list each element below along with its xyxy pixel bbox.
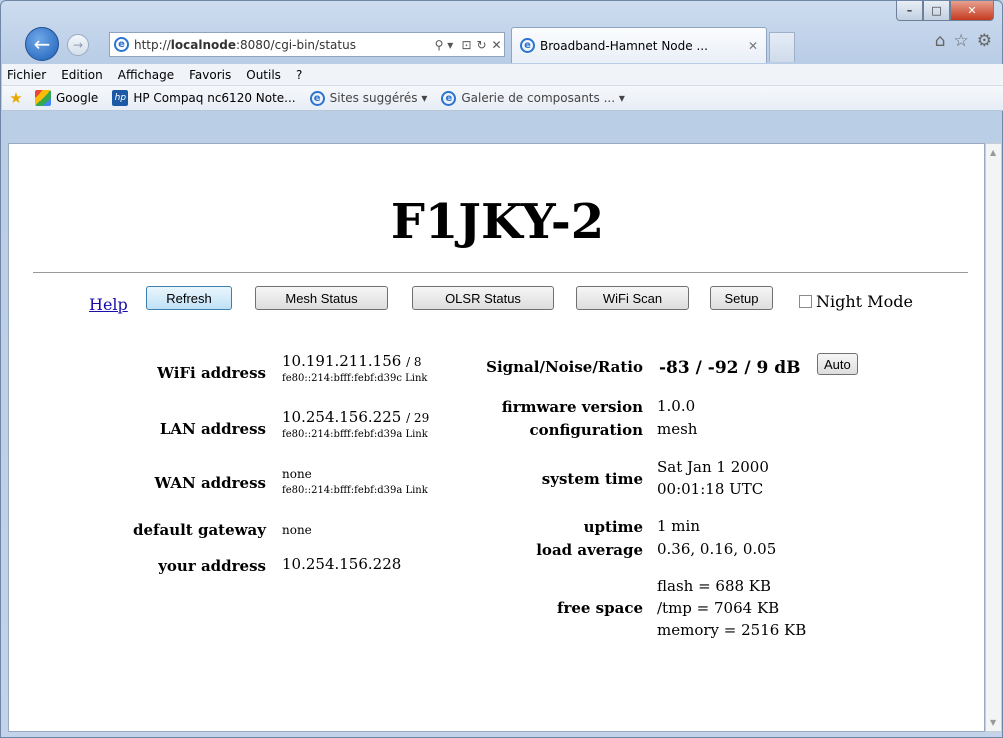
auto-button[interactable]: Auto bbox=[817, 353, 858, 375]
scroll-down-arrow-icon[interactable]: ▼ bbox=[990, 718, 996, 727]
menu-help[interactable]: ? bbox=[296, 68, 302, 82]
night-mode-checkbox[interactable] bbox=[799, 295, 812, 308]
wifi-address-label: WiFi address bbox=[157, 364, 266, 382]
wifi-scan-button[interactable]: WiFi Scan bbox=[576, 286, 689, 310]
menu-fichier[interactable]: Fichier bbox=[7, 68, 46, 82]
favorite-google[interactable]: Google bbox=[35, 90, 98, 106]
maximize-button[interactable]: □ bbox=[923, 1, 950, 21]
firmware-version-label: firmware version bbox=[501, 398, 643, 416]
node-toolbar: Help Refresh Mesh Status OLSR Status WiF… bbox=[9, 286, 986, 314]
lan-address-label: LAN address bbox=[159, 420, 266, 438]
favorite-galerie-composants[interactable]: e Galerie de composants ... ▾ bbox=[441, 90, 625, 106]
night-mode-toggle[interactable]: Night Mode bbox=[799, 292, 913, 311]
favorites-star-icon[interactable]: ☆ bbox=[954, 31, 969, 51]
load-average-value: 0.36, 0.16, 0.05 bbox=[657, 540, 777, 558]
minimize-button[interactable]: – bbox=[896, 1, 923, 21]
hp-icon: hp bbox=[112, 90, 129, 106]
free-space-memory: memory = 2516 KB bbox=[657, 621, 807, 639]
wifi-address-value: 10.191.211.156 / 8 fe80::214:bfff:febf:d… bbox=[282, 352, 428, 384]
close-window-button[interactable]: ✕ bbox=[950, 1, 994, 21]
default-gateway-value: none bbox=[282, 523, 312, 537]
system-time-date: Sat Jan 1 2000 bbox=[657, 458, 769, 476]
night-mode-label: Night Mode bbox=[816, 292, 913, 311]
default-gateway-label: default gateway bbox=[133, 521, 266, 539]
snr-label: Signal/Noise/Ratio bbox=[486, 358, 643, 376]
stop-icon[interactable]: ✕ bbox=[489, 38, 504, 52]
firmware-version-value: 1.0.0 bbox=[657, 397, 696, 415]
back-arrow-icon[interactable]: ← bbox=[25, 27, 59, 61]
lan-address-value: 10.254.156.225 / 29 fe80::214:bfff:febf:… bbox=[282, 408, 430, 440]
system-time-label: system time bbox=[541, 470, 643, 488]
google-icon bbox=[35, 90, 51, 106]
favorite-hp-compaq[interactable]: hp HP Compaq nc6120 Note... bbox=[112, 90, 296, 106]
menu-favoris[interactable]: Favoris bbox=[189, 68, 231, 82]
toolbar-icons: ⌂ ☆ ⚙ bbox=[935, 31, 992, 51]
favorite-sites-suggeres[interactable]: e Sites suggérés ▾ bbox=[309, 90, 427, 106]
free-space-label: free space bbox=[557, 599, 643, 617]
uptime-value: 1 min bbox=[657, 517, 700, 535]
node-name-title: F1JKY-2 bbox=[390, 194, 605, 250]
mesh-status-button[interactable]: Mesh Status bbox=[255, 286, 388, 310]
setup-button[interactable]: Setup bbox=[710, 286, 773, 310]
snr-value: -83 / -92 / 9 dB bbox=[659, 358, 801, 378]
scroll-up-arrow-icon[interactable]: ▲ bbox=[990, 148, 996, 157]
ie-icon: e bbox=[441, 90, 457, 106]
title-divider bbox=[33, 272, 968, 273]
search-dropdown-icon[interactable]: ⚲ ▾ bbox=[429, 38, 459, 52]
wan-address-label: WAN address bbox=[154, 474, 267, 492]
configuration-value: mesh bbox=[657, 420, 698, 438]
favorites-bar: ★ Google hp HP Compaq nc6120 Note... e S… bbox=[2, 86, 1003, 111]
uptime-label: uptime bbox=[583, 518, 643, 536]
ie-icon: e bbox=[309, 90, 325, 106]
address-bar[interactable]: e http://localnode:8080/cgi-bin/status ⚲… bbox=[109, 32, 505, 57]
olsr-status-button[interactable]: OLSR Status bbox=[412, 286, 554, 310]
free-space-flash: flash = 688 KB bbox=[657, 577, 772, 595]
ie-icon: e bbox=[520, 38, 535, 53]
vertical-scrollbar[interactable]: ▲ ▼ bbox=[985, 143, 1002, 732]
wifi-ipv6: fe80::214:bfff:febf:d39c Link bbox=[282, 373, 428, 384]
ie-icon: e bbox=[114, 37, 129, 52]
navigation-row: ← → e http://localnode:8080/cgi-bin/stat… bbox=[1, 27, 1002, 63]
compatibility-view-icon[interactable]: ⊡ bbox=[459, 38, 474, 52]
browser-tab[interactable]: e Broadband-Hamnet Node ... ✕ bbox=[511, 27, 767, 63]
refresh-button[interactable]: Refresh bbox=[146, 286, 232, 310]
new-tab-button[interactable] bbox=[769, 32, 795, 62]
wan-ipv6: fe80::214:bfff:febf:d39a Link bbox=[282, 485, 428, 496]
window-controls: – □ ✕ bbox=[896, 1, 994, 21]
refresh-icon[interactable]: ↻ bbox=[474, 38, 489, 52]
your-address-value: 10.254.156.228 bbox=[282, 555, 402, 573]
wan-address-value: none fe80::214:bfff:febf:d39a Link bbox=[282, 467, 428, 496]
your-address-label: your address bbox=[158, 557, 266, 575]
menu-edition[interactable]: Edition bbox=[61, 68, 103, 82]
system-time-clock: 00:01:18 UTC bbox=[657, 480, 764, 498]
tab-close-icon[interactable]: ✕ bbox=[748, 39, 766, 53]
free-space-tmp: /tmp = 7064 KB bbox=[657, 599, 780, 617]
tab-title: Broadband-Hamnet Node ... bbox=[540, 38, 708, 53]
menu-affichage[interactable]: Affichage bbox=[118, 68, 174, 82]
address-url[interactable]: http://localnode:8080/cgi-bin/status bbox=[134, 38, 429, 52]
settings-gear-icon[interactable]: ⚙ bbox=[977, 31, 992, 51]
forward-arrow-icon[interactable]: → bbox=[67, 34, 89, 56]
home-icon[interactable]: ⌂ bbox=[935, 31, 946, 51]
add-favorite-star-icon[interactable]: ★ bbox=[8, 90, 29, 106]
menu-outils[interactable]: Outils bbox=[246, 68, 281, 82]
page-viewport: F1JKY-2 Help Refresh Mesh Status OLSR St… bbox=[8, 143, 985, 732]
menu-bar: Fichier Edition Affichage Favoris Outils… bbox=[2, 64, 1003, 86]
help-link[interactable]: Help bbox=[89, 295, 128, 314]
load-average-label: load average bbox=[536, 541, 643, 559]
lan-ipv6: fe80::214:bfff:febf:d39a Link bbox=[282, 429, 428, 440]
configuration-label: configuration bbox=[529, 421, 643, 439]
